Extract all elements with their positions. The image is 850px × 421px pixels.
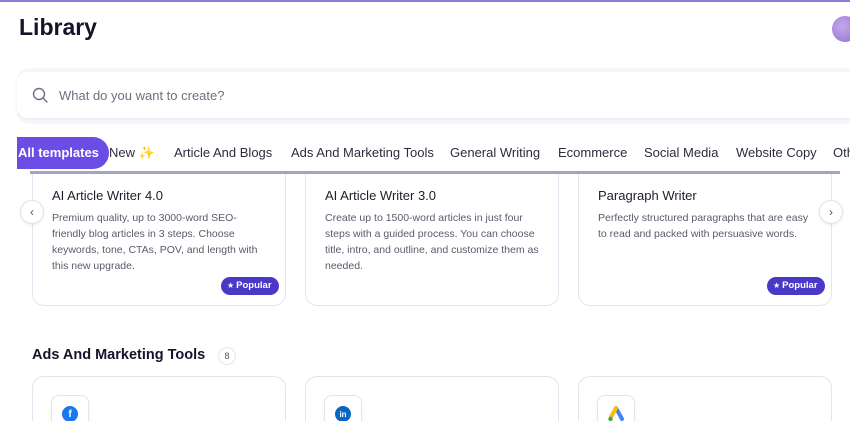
page-title: Library: [19, 14, 97, 40]
tab-label: Website Copy: [736, 145, 817, 160]
carousel-prev-button[interactable]: ‹: [20, 200, 44, 224]
tab-label: Ads And Marketing Tools: [291, 145, 434, 160]
card-title: AI Article Writer 3.0: [325, 188, 437, 203]
chevron-right-icon: ›: [829, 205, 833, 219]
tab-ecommerce[interactable]: Ecommerce: [558, 137, 627, 169]
tab-label: Oth: [833, 145, 850, 160]
tab-ads-and-marketing-tools[interactable]: Ads And Marketing Tools: [291, 137, 434, 169]
google-ads-icon: [608, 406, 624, 421]
tab-general-writing[interactable]: General Writing: [450, 137, 540, 169]
tab-label: All templates: [18, 145, 99, 160]
template-card[interactable]: AI Article Writer 3.0 Create up to 1500-…: [305, 174, 559, 306]
linkedin-icon: in: [335, 406, 351, 421]
template-card[interactable]: AI Article Writer 4.0 Premium quality, u…: [32, 174, 286, 306]
template-card[interactable]: f: [32, 376, 286, 421]
tab-label: Article And Blogs: [174, 145, 273, 160]
card-description: Perfectly structured paragraphs that are…: [598, 212, 809, 240]
search-input[interactable]: [59, 87, 759, 103]
search-box[interactable]: [17, 72, 850, 118]
card-description: Premium quality, up to 3000-word SEO-fri…: [52, 212, 258, 272]
search-icon: [32, 87, 49, 104]
template-card[interactable]: [578, 376, 832, 421]
popular-badge: ★ Popular: [221, 277, 279, 295]
badge-label: Popular: [782, 280, 818, 291]
section-count-badge: 8: [218, 347, 236, 365]
template-card[interactable]: in: [305, 376, 559, 421]
section-title: Ads And Marketing Tools: [32, 347, 206, 363]
tab-label: New: [109, 145, 136, 160]
sparkle-icon: ✨: [138, 145, 155, 160]
search-container: [17, 68, 850, 124]
tab-other[interactable]: Oth: [833, 137, 850, 169]
star-icon: ★: [773, 281, 781, 290]
tab-article-and-blogs[interactable]: Article And Blogs: [174, 137, 272, 169]
facebook-icon: f: [62, 406, 78, 421]
tab-social-media[interactable]: Social Media: [644, 137, 718, 169]
brand-box: in: [324, 395, 362, 421]
star-icon: ★: [227, 281, 235, 290]
card-description: Create up to 1500-word articles in just …: [325, 212, 539, 272]
tab-website-copy[interactable]: Website Copy: [736, 137, 817, 169]
tab-label: Social Media: [644, 145, 719, 160]
brand-box: f: [51, 395, 89, 421]
card-title: AI Article Writer 4.0: [52, 188, 164, 203]
category-tabs: All templates New ✨ Article And Blogs Ad…: [0, 137, 850, 171]
tab-all-templates[interactable]: All templates: [17, 137, 109, 169]
template-card[interactable]: Paragraph Writer Perfectly structured pa…: [578, 174, 832, 306]
card-title: Paragraph Writer: [598, 188, 697, 203]
avatar[interactable]: [832, 16, 850, 42]
badge-label: Popular: [236, 280, 272, 291]
tab-new[interactable]: New ✨: [109, 137, 155, 169]
tab-label: Ecommerce: [558, 145, 628, 160]
chevron-left-icon: ‹: [30, 205, 34, 219]
tab-label: General Writing: [450, 145, 541, 160]
brand-box: [597, 395, 635, 421]
carousel-next-button[interactable]: ›: [819, 200, 843, 224]
popular-badge: ★ Popular: [767, 277, 825, 295]
